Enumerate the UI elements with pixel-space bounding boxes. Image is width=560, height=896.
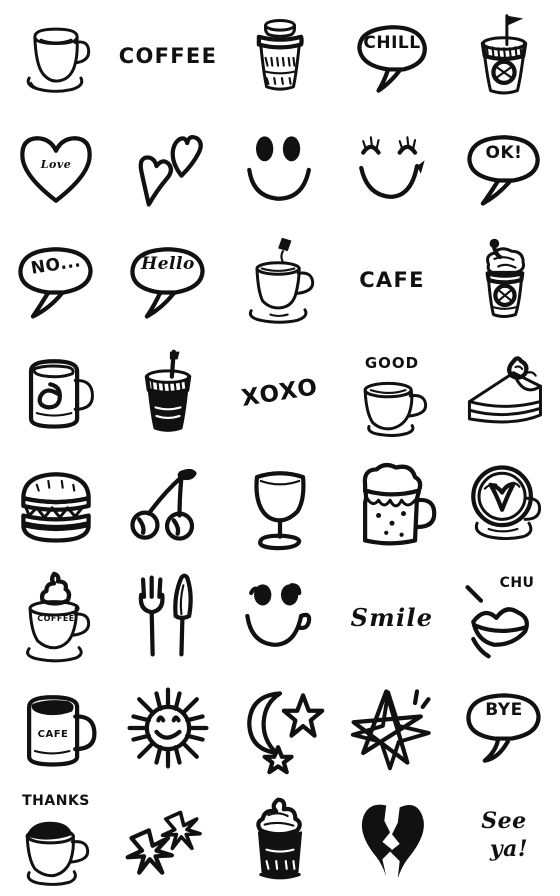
sticker-latte-art[interactable] (448, 448, 560, 560)
iced-drink-cup-icon (480, 14, 528, 95)
broken-heart-icon (361, 804, 424, 879)
coffee-cup-icon (363, 381, 428, 437)
sticker-ok-bubble[interactable]: OK! (448, 112, 560, 224)
coffee-cup-on-saucer-icon (26, 27, 91, 93)
star-icon (350, 689, 431, 771)
speech-bubble-icon (18, 247, 93, 319)
text-icon (120, 8, 216, 104)
sticker-ice-cream-cup[interactable] (224, 784, 336, 896)
sticker-smiling-sun[interactable] (112, 672, 224, 784)
sticker-coffee-cream-cup[interactable]: COFFEE (0, 560, 112, 672)
sticker-cocktail-glass[interactable] (224, 448, 336, 560)
sticker-hamburger[interactable] (0, 448, 112, 560)
wine-glass-icon (254, 471, 306, 551)
kiss-lips-icon (465, 585, 529, 659)
mug-icon (28, 359, 94, 429)
sticker-coffee-word[interactable]: COFFEE (112, 0, 224, 112)
sticker-no-bubble[interactable]: NO... (0, 224, 112, 336)
sticker-chill-bubble[interactable]: CHILL (336, 0, 448, 112)
coffee-cup-icon (25, 821, 90, 886)
sticker-thanks-coffee[interactable]: THANKS (0, 784, 112, 896)
hamburger-icon (21, 472, 91, 543)
cake-slice-icon (467, 356, 542, 424)
sticker-two-hearts[interactable] (112, 112, 224, 224)
sticker-mug-swirl[interactable] (0, 336, 112, 448)
sticker-xoxo-word[interactable]: XOXO (224, 336, 336, 448)
sticker-lashes-face[interactable] (336, 112, 448, 224)
sticker-fork-knife[interactable] (112, 560, 224, 672)
sticker-two-flowers[interactable] (112, 784, 224, 896)
text-icon (344, 232, 440, 328)
coffee-with-whipped-cream-icon (26, 571, 91, 663)
sticker-iced-coffee[interactable] (112, 336, 224, 448)
sticker-star[interactable] (336, 672, 448, 784)
sticker-takeaway-cup[interactable] (224, 0, 336, 112)
sun-face-icon (127, 687, 209, 769)
sticker-hello-bubble[interactable]: Hello (112, 224, 224, 336)
text-icon (344, 568, 440, 664)
sticker-cafe-word[interactable]: CAFE (336, 224, 448, 336)
sticker-bye-bubble[interactable]: BYE (448, 672, 560, 784)
winking-face-icon (245, 583, 312, 647)
cutlery-icon (138, 573, 193, 657)
cherries-icon (130, 468, 197, 541)
sticker-steaming-coffee[interactable] (224, 224, 336, 336)
sticker-coffee-cup-saucer[interactable] (0, 0, 112, 112)
crescent-moon-star-icon (247, 691, 325, 775)
sticker-moon-stars[interactable] (224, 672, 336, 784)
double-heart-icon (138, 134, 203, 207)
heart-icon (20, 136, 92, 203)
sticker-sheet: COFFEE CHILL Love OK! NO... Hello CAFE X… (0, 0, 560, 896)
sticker-iced-drink-flag[interactable] (448, 0, 560, 112)
speech-bubble-icon (467, 135, 540, 206)
iced-coffee-cup-icon (144, 349, 192, 432)
sticker-beer-mug[interactable] (336, 448, 448, 560)
sticker-cake-slice[interactable] (448, 336, 560, 448)
sticker-winking-smiley[interactable] (224, 560, 336, 672)
latte-art-cup-icon (471, 465, 542, 541)
sticker-broken-heart[interactable] (336, 784, 448, 896)
takeaway-coffee-cup-icon (256, 18, 304, 91)
beer-mug-icon (362, 462, 437, 546)
speech-bubble-icon (130, 247, 205, 319)
speech-bubble-icon (357, 25, 427, 93)
sticker-cherries[interactable] (112, 448, 224, 560)
flower-icon (125, 810, 202, 875)
frappe-with-cream-icon (485, 238, 525, 318)
sticker-whipped-drink[interactable] (448, 224, 560, 336)
soft-serve-cup-icon (256, 797, 303, 880)
sticker-smiley-face[interactable] (224, 112, 336, 224)
speech-bubble-icon (466, 693, 541, 763)
sticker-see-ya-word[interactable]: See ya! (448, 784, 560, 896)
sticker-smile-word[interactable]: Smile (336, 560, 448, 672)
sticker-cafe-mug[interactable]: CAFE (0, 672, 112, 784)
sticker-good-coffee[interactable]: GOOD (336, 336, 448, 448)
text-icon (456, 792, 552, 888)
hot-coffee-cup-icon (248, 237, 315, 324)
sticker-love-heart[interactable]: Love (0, 112, 112, 224)
happy-face-lashes-icon (359, 136, 425, 199)
text-icon (232, 344, 328, 440)
mug-icon (27, 695, 97, 767)
sticker-chu-lips[interactable]: CHU (448, 560, 560, 672)
smiley-face-icon (247, 136, 311, 201)
